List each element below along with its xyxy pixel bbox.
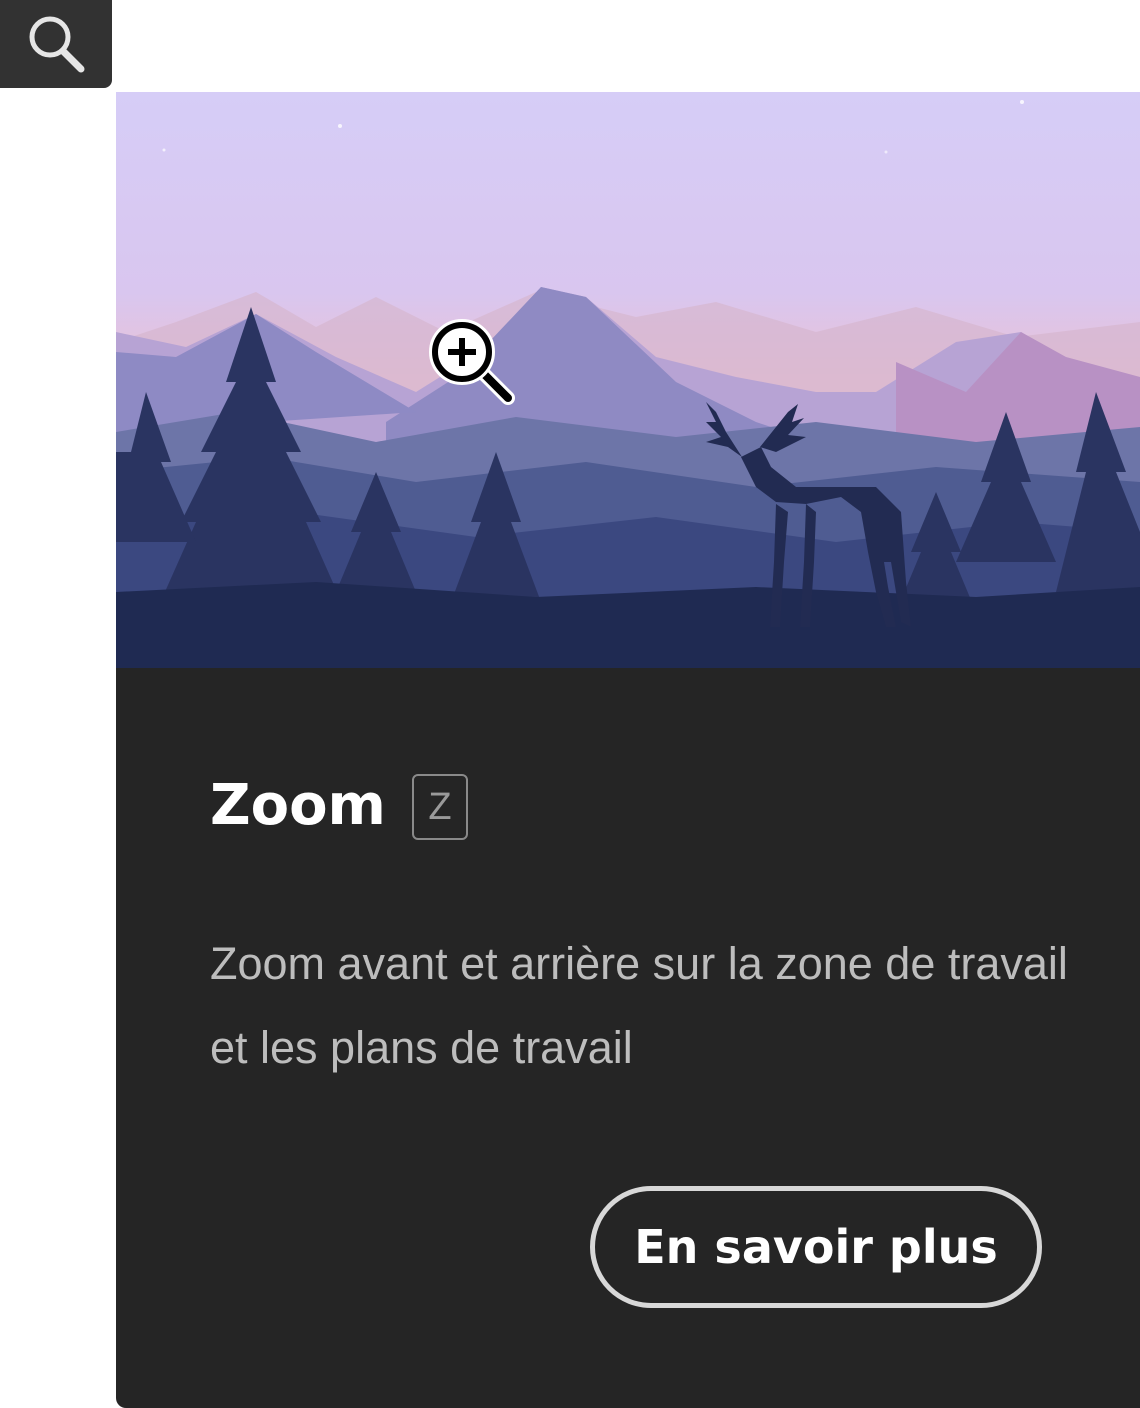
learn-more-button[interactable]: En savoir plus [590,1186,1042,1308]
zoom-in-icon [426,316,518,408]
tool-tip-card: Zoom Z Zoom avant et arrière sur la zone… [116,92,1140,1408]
shortcut-key: Z [412,774,468,840]
card-description: Zoom avant et arrière sur la zone de tra… [210,938,1068,1073]
search-icon [29,16,85,73]
zoom-tool-button[interactable] [0,0,112,88]
card-title: Zoom [210,773,386,838]
hero-illustration [116,92,1140,668]
